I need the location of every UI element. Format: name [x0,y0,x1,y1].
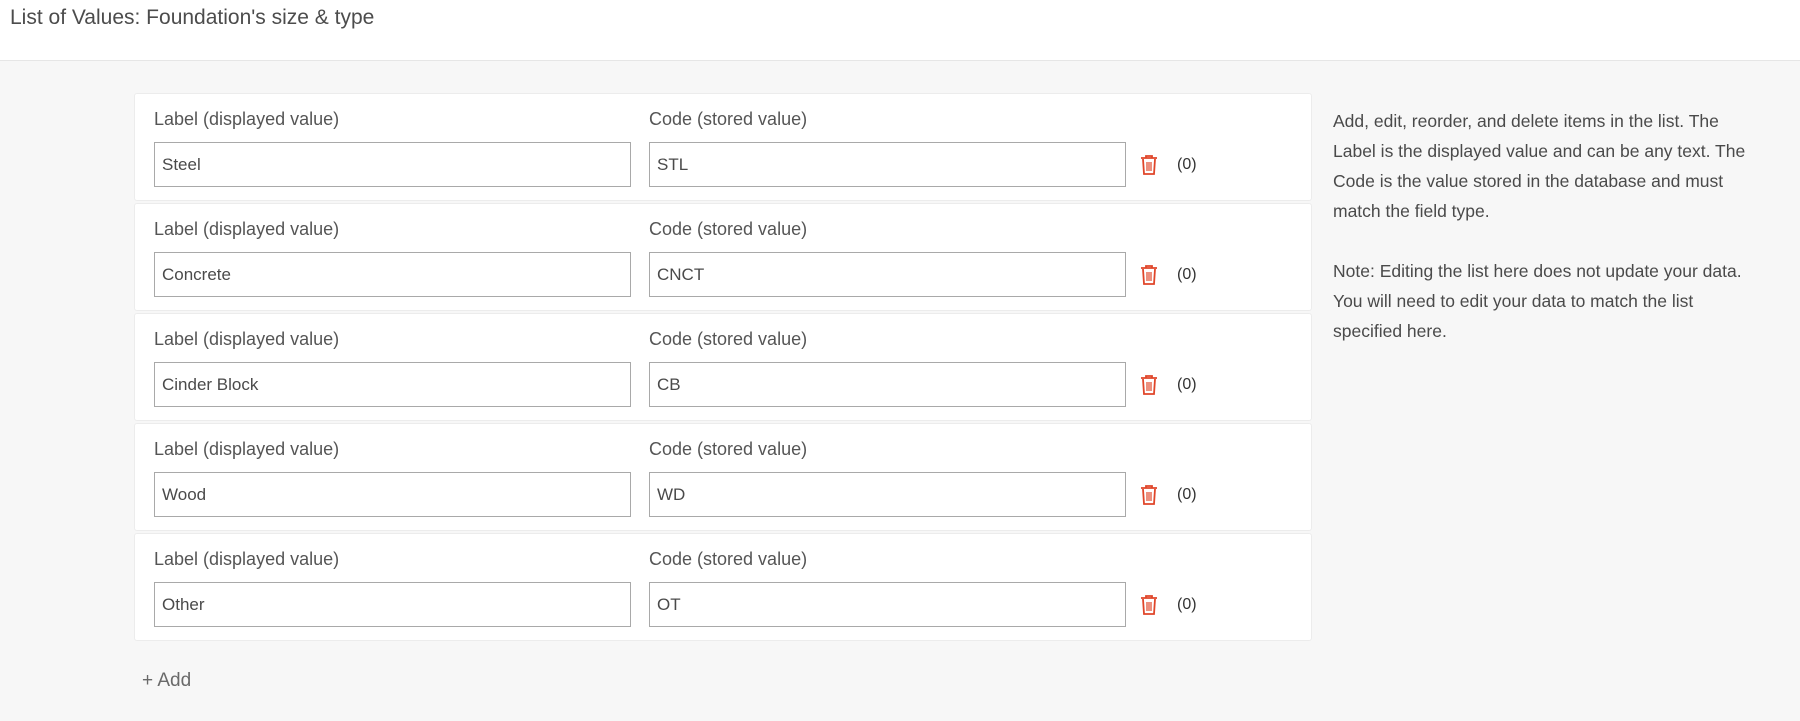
label-input[interactable]: Concrete [154,252,631,297]
trash-icon[interactable] [1139,374,1159,396]
label-input[interactable]: Other [154,582,631,627]
code-field-title: Code (stored value) [649,219,808,239]
code-input[interactable]: CB [649,362,1126,407]
help-note: Note: Editing the list here does not upd… [1333,261,1742,341]
trash-icon[interactable] [1139,594,1159,616]
label-field-title: Label (displayed value) [154,439,340,459]
values-list: Label (displayed value) Code (stored val… [134,93,1312,643]
list-item: Label (displayed value) Code (stored val… [134,423,1312,531]
page-title: List of Values: Foundation's size & type [10,6,375,29]
usage-count: (0) [1177,376,1197,393]
usage-count: (0) [1177,486,1197,503]
trash-icon[interactable] [1139,484,1159,506]
usage-count: (0) [1177,156,1197,173]
code-input[interactable]: CNCT [649,252,1126,297]
header: List of Values: Foundation's size & type [0,0,1800,61]
label-input[interactable]: Wood [154,472,631,517]
list-item: Label (displayed value) Code (stored val… [134,93,1312,201]
label-field-title: Label (displayed value) [154,109,340,129]
label-field-title: Label (displayed value) [154,549,340,569]
code-field-title: Code (stored value) [649,109,808,129]
label-input[interactable]: Cinder Block [154,362,631,407]
usage-count: (0) [1177,596,1197,613]
usage-count: (0) [1177,266,1197,283]
list-item: Label (displayed value) Code (stored val… [134,533,1312,641]
trash-icon[interactable] [1139,154,1159,176]
code-input[interactable]: STL [649,142,1126,187]
list-item: Label (displayed value) Code (stored val… [134,203,1312,311]
label-field-title: Label (displayed value) [154,329,340,349]
code-input[interactable]: WD [649,472,1126,517]
help-text: Add, edit, reorder, and delete items in … [1333,106,1763,376]
code-field-title: Code (stored value) [649,329,808,349]
code-field-title: Code (stored value) [649,549,808,569]
label-field-title: Label (displayed value) [154,219,340,239]
code-input[interactable]: OT [649,582,1126,627]
add-button[interactable]: + Add [142,670,191,692]
help-paragraph: Add, edit, reorder, and delete items in … [1333,111,1746,221]
label-input[interactable]: Steel [154,142,631,187]
trash-icon[interactable] [1139,264,1159,286]
code-field-title: Code (stored value) [649,439,808,459]
list-item: Label (displayed value) Code (stored val… [134,313,1312,421]
